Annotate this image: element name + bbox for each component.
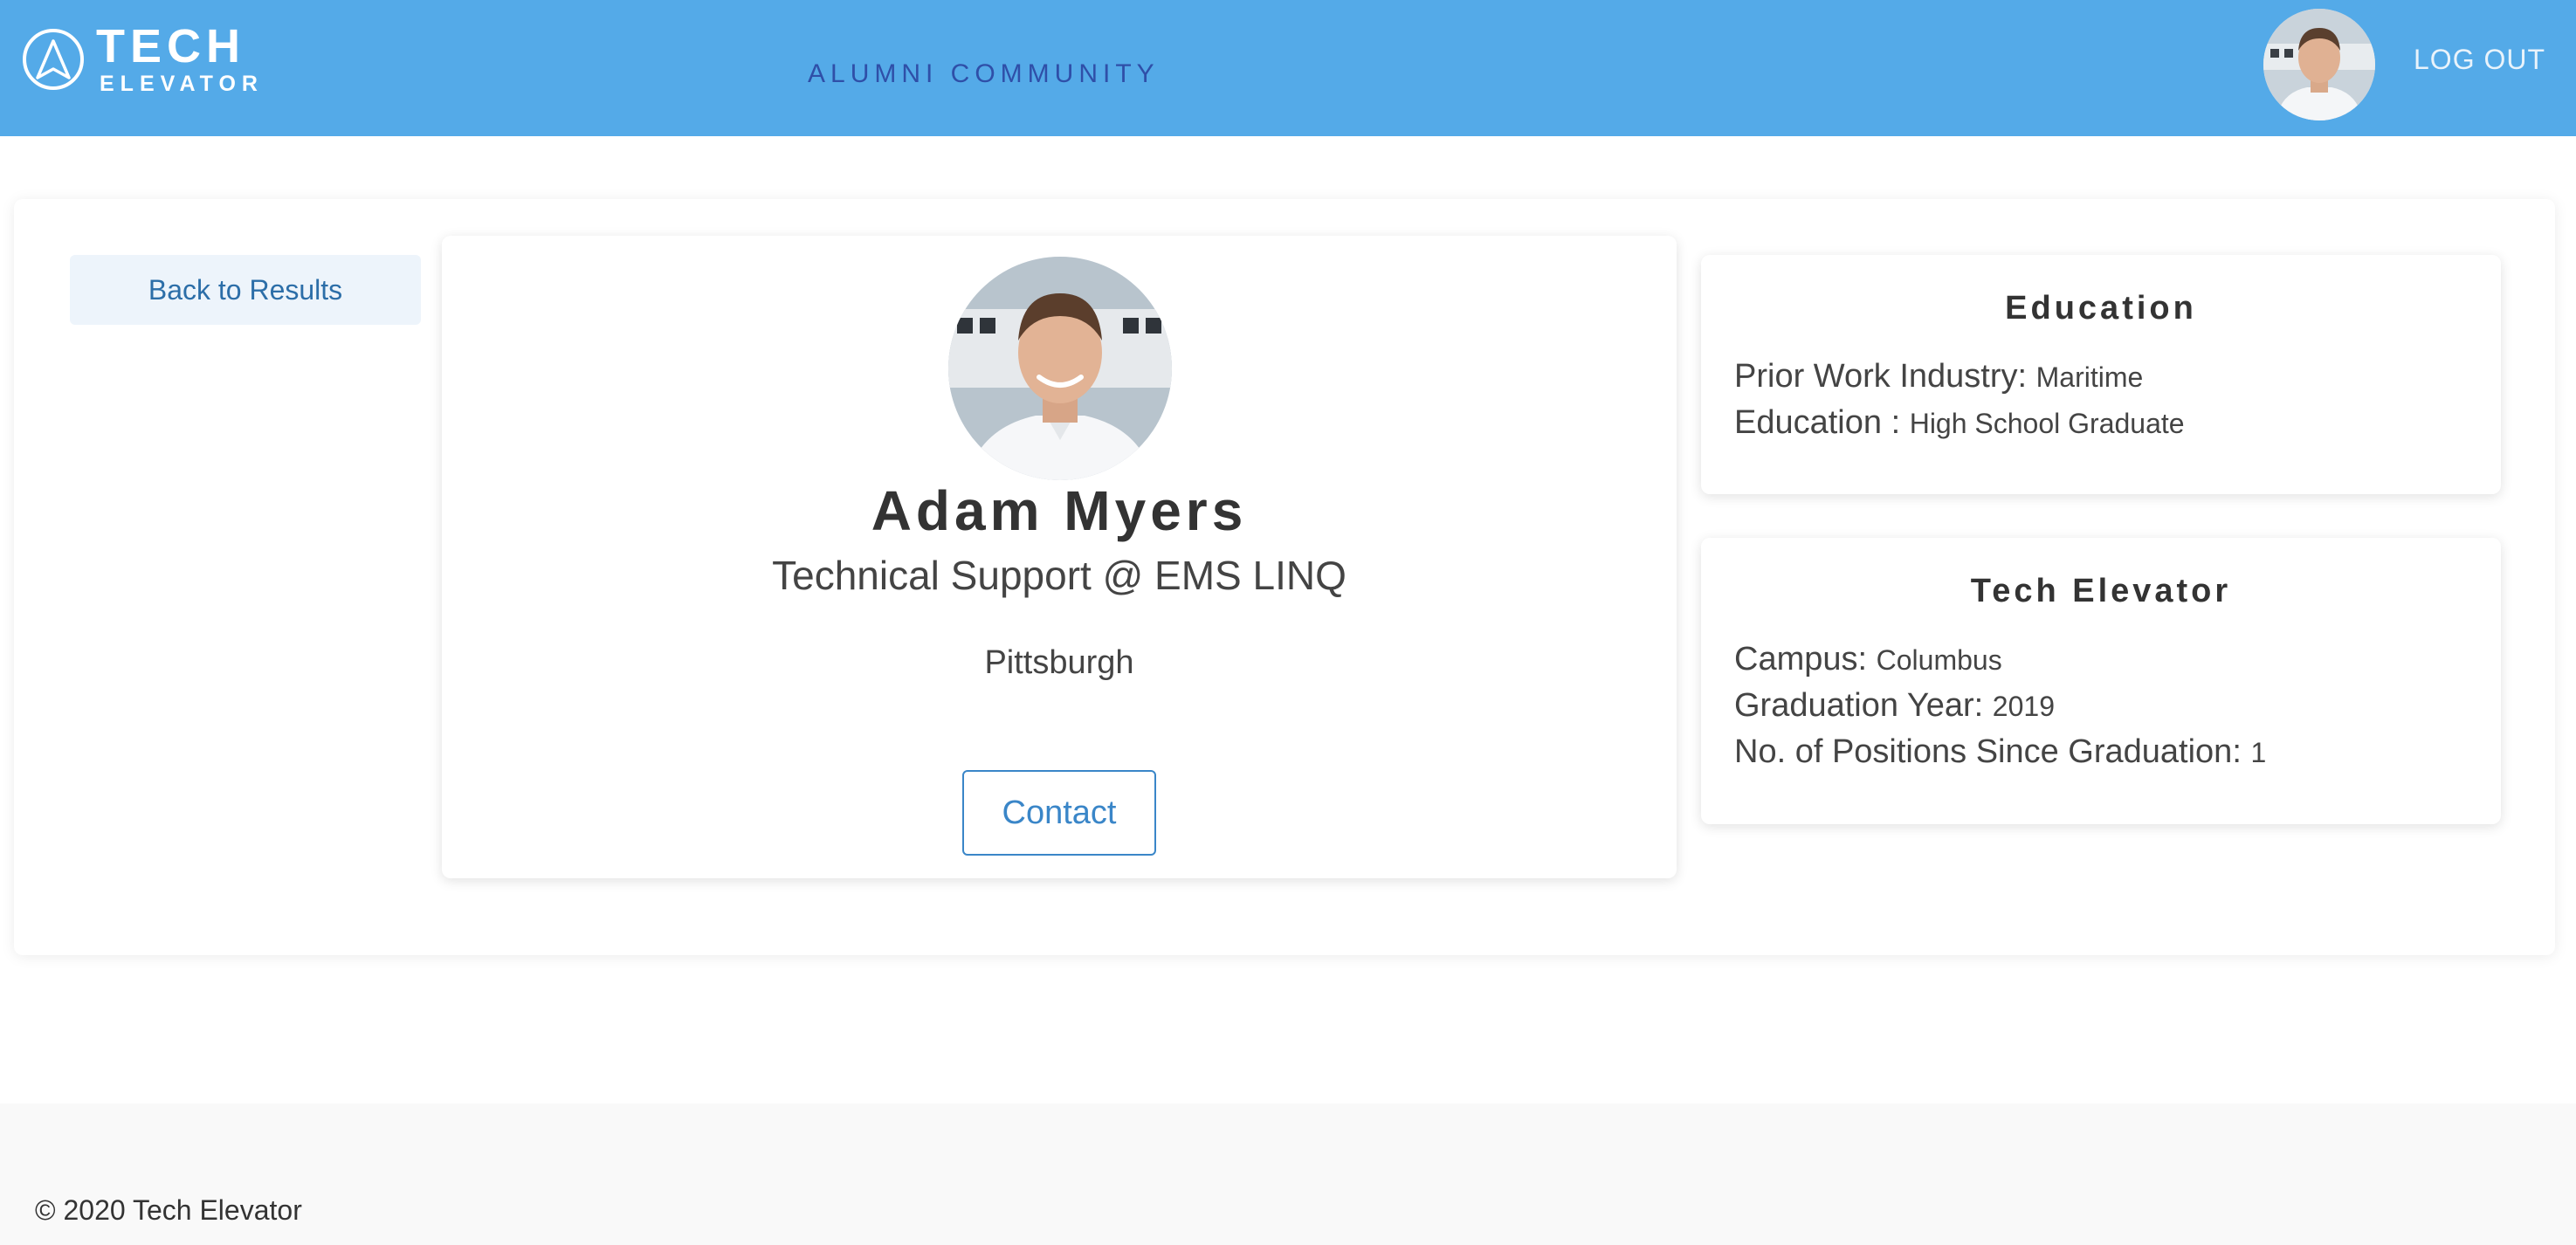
tech-elevator-title: Tech Elevator bbox=[1970, 573, 2232, 609]
campus-value: Columbus bbox=[1876, 644, 2002, 676]
alumni-name: Adam Myers bbox=[871, 479, 1248, 542]
tech-elevator-card: Tech Elevator Campus: Columbus Graduatio… bbox=[1701, 538, 2501, 824]
back-to-results-button[interactable]: Back to Results bbox=[70, 255, 421, 325]
top-header: TECH ELEVATOR ALUMNI COMMUNITY LOG OUT bbox=[0, 0, 2576, 136]
logo-sub-text: ELEVATOR bbox=[100, 72, 264, 96]
education-value: High School Graduate bbox=[1909, 408, 2185, 439]
education-label: Education : bbox=[1734, 404, 1901, 441]
job-title: Technical Support @ EMS LINQ bbox=[772, 553, 1347, 598]
page-footer bbox=[0, 1104, 2576, 1245]
graduation-year-row: Graduation Year: 2019 bbox=[1701, 683, 2501, 729]
contact-button[interactable]: Contact bbox=[962, 770, 1156, 856]
nav-title[interactable]: ALUMNI COMMUNITY bbox=[808, 59, 1160, 89]
positions-value: 1 bbox=[2250, 737, 2267, 768]
copyright-text: © 2020 Tech Elevator bbox=[35, 1194, 302, 1226]
user-avatar[interactable] bbox=[2263, 9, 2375, 120]
tech-elevator-logo[interactable]: TECH ELEVATOR bbox=[23, 23, 264, 95]
campus-row: Campus: Columbus bbox=[1701, 636, 2501, 683]
prior-industry-row: Prior Work Industry: Maritime bbox=[1701, 354, 2501, 400]
prior-industry-label: Prior Work Industry: bbox=[1734, 358, 2028, 395]
logo-main-text: TECH bbox=[96, 20, 245, 72]
positions-label: No. of Positions Since Graduation: bbox=[1734, 733, 2242, 770]
location: Pittsburgh bbox=[984, 644, 1134, 681]
education-title: Education bbox=[2005, 290, 2197, 327]
prior-industry-value: Maritime bbox=[2035, 361, 2144, 393]
campus-label: Campus: bbox=[1734, 641, 1868, 678]
graduation-year-label: Graduation Year: bbox=[1734, 687, 1984, 724]
education-card: Education Prior Work Industry: Maritime … bbox=[1701, 255, 2501, 494]
education-row: Education : High School Graduate bbox=[1701, 400, 2501, 446]
profile-photo bbox=[948, 257, 1172, 480]
graduation-year-value: 2019 bbox=[1992, 691, 2055, 722]
compass-logo-icon bbox=[23, 28, 84, 90]
positions-row: No. of Positions Since Graduation: 1 bbox=[1701, 729, 2501, 775]
logout-link[interactable]: LOG OUT bbox=[2414, 44, 2545, 76]
profile-card: Adam Myers Technical Support @ EMS LINQ … bbox=[442, 236, 1677, 878]
